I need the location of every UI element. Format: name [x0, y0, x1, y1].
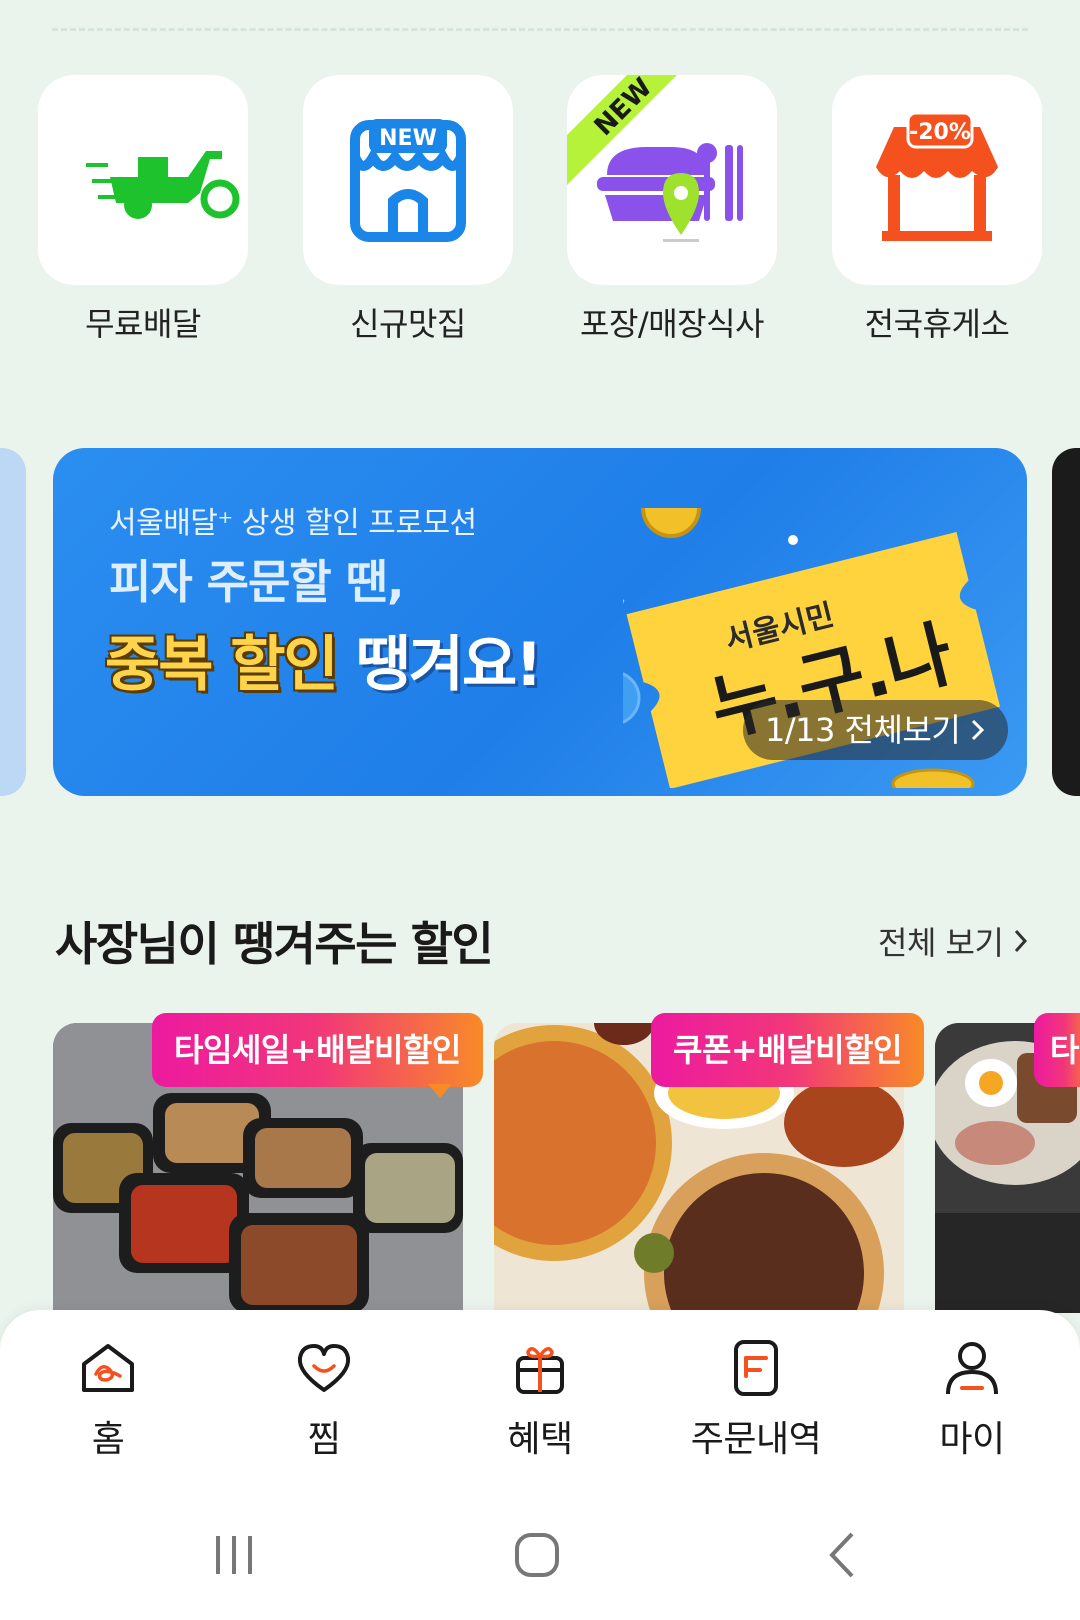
category-rest-area[interactable]: -20% 전국휴게소: [832, 75, 1042, 345]
category-tile: [38, 75, 248, 285]
section-title: 사장님이 땡겨주는 할인: [55, 917, 494, 971]
prev-banner-peek[interactable]: [0, 448, 26, 796]
system-nav-bar: [0, 1490, 1080, 1620]
nav-benefits[interactable]: 혜택: [460, 1340, 620, 1462]
order-history-icon: [734, 1340, 778, 1396]
banner-pager-text: 1/13 전체보기: [765, 711, 961, 749]
rest-area-store-icon: -20%: [876, 111, 998, 241]
home-button-icon[interactable]: [512, 1530, 562, 1580]
banner-pager[interactable]: 1/13 전체보기: [743, 700, 1009, 760]
nav-label: 마이: [939, 1419, 1005, 1460]
deal-tag: 타임세일+배달비할인: [152, 1013, 483, 1087]
nav-label: 홈: [91, 1419, 125, 1460]
profile-icon: [946, 1342, 998, 1395]
category-row: 무료배달 NEW 신규맛집 NEW 포장/매장식사 -20% 전국휴게소: [0, 75, 1080, 345]
home-icon: [82, 1344, 134, 1392]
category-label: 전국휴게소: [864, 305, 1010, 343]
nav-favorites[interactable]: 찜: [244, 1340, 404, 1462]
section-more-label: 전체 보기: [878, 924, 1004, 962]
deal-tag: 타: [1034, 1013, 1080, 1087]
discount-badge: -20%: [909, 120, 971, 145]
takeout-icon: NEW: [567, 75, 743, 242]
new-badge: NEW: [379, 126, 437, 151]
nav-label: 찜: [307, 1419, 341, 1460]
promo-banner[interactable]: 서울배달⁺ 상생 할인 프로모션 피자 주문할 땐, 중복 할인 땡겨요! 서울…: [53, 448, 1027, 796]
category-label: 포장/매장식사: [580, 305, 764, 343]
deal-tag: 쿠폰+배달비할인: [651, 1013, 924, 1087]
banner-subtitle: 서울배달⁺ 상생 할인 프로모션: [109, 506, 477, 541]
banner-headline-2: 중복 할인 땡겨요!: [105, 616, 543, 703]
chevron-right-icon: [1015, 929, 1028, 953]
scooter-icon: [86, 151, 240, 219]
category-new-restaurants[interactable]: NEW 신규맛집: [303, 75, 513, 345]
heart-icon: [297, 1344, 351, 1392]
banner-headline-gold: 중복 할인: [105, 630, 339, 700]
nav-my[interactable]: 마이: [892, 1340, 1052, 1462]
category-tile: -20%: [832, 75, 1042, 285]
nav-home[interactable]: 홈: [28, 1340, 188, 1462]
coin-icon: [891, 768, 975, 788]
section-more-link[interactable]: 전체 보기: [878, 918, 1029, 964]
nav-orders[interactable]: 주문내역: [676, 1340, 836, 1462]
category-label: 무료배달: [85, 305, 201, 343]
deal-tag-pointer: [428, 1084, 452, 1098]
top-divider: [52, 28, 1028, 31]
category-tile: NEW: [303, 75, 513, 285]
category-label: 신규맛집: [350, 305, 466, 343]
banner-headline-1: 피자 주문할 땐,: [109, 555, 404, 609]
category-tile: NEW: [567, 75, 777, 285]
banner-headline-white: 땡겨요!: [336, 630, 543, 700]
category-free-delivery[interactable]: 무료배달: [38, 75, 248, 345]
next-banner-peek[interactable]: [1052, 448, 1080, 796]
new-store-icon: NEW: [350, 119, 466, 242]
nav-label: 혜택: [507, 1419, 573, 1460]
nav-label: 주문내역: [690, 1419, 822, 1460]
gift-icon: [516, 1347, 564, 1394]
recent-apps-icon[interactable]: [210, 1530, 260, 1580]
coin-icon: [641, 508, 701, 538]
chevron-right-icon: [972, 719, 985, 741]
category-takeout[interactable]: NEW 포장/매장식사: [567, 75, 777, 345]
back-icon[interactable]: [818, 1530, 868, 1580]
